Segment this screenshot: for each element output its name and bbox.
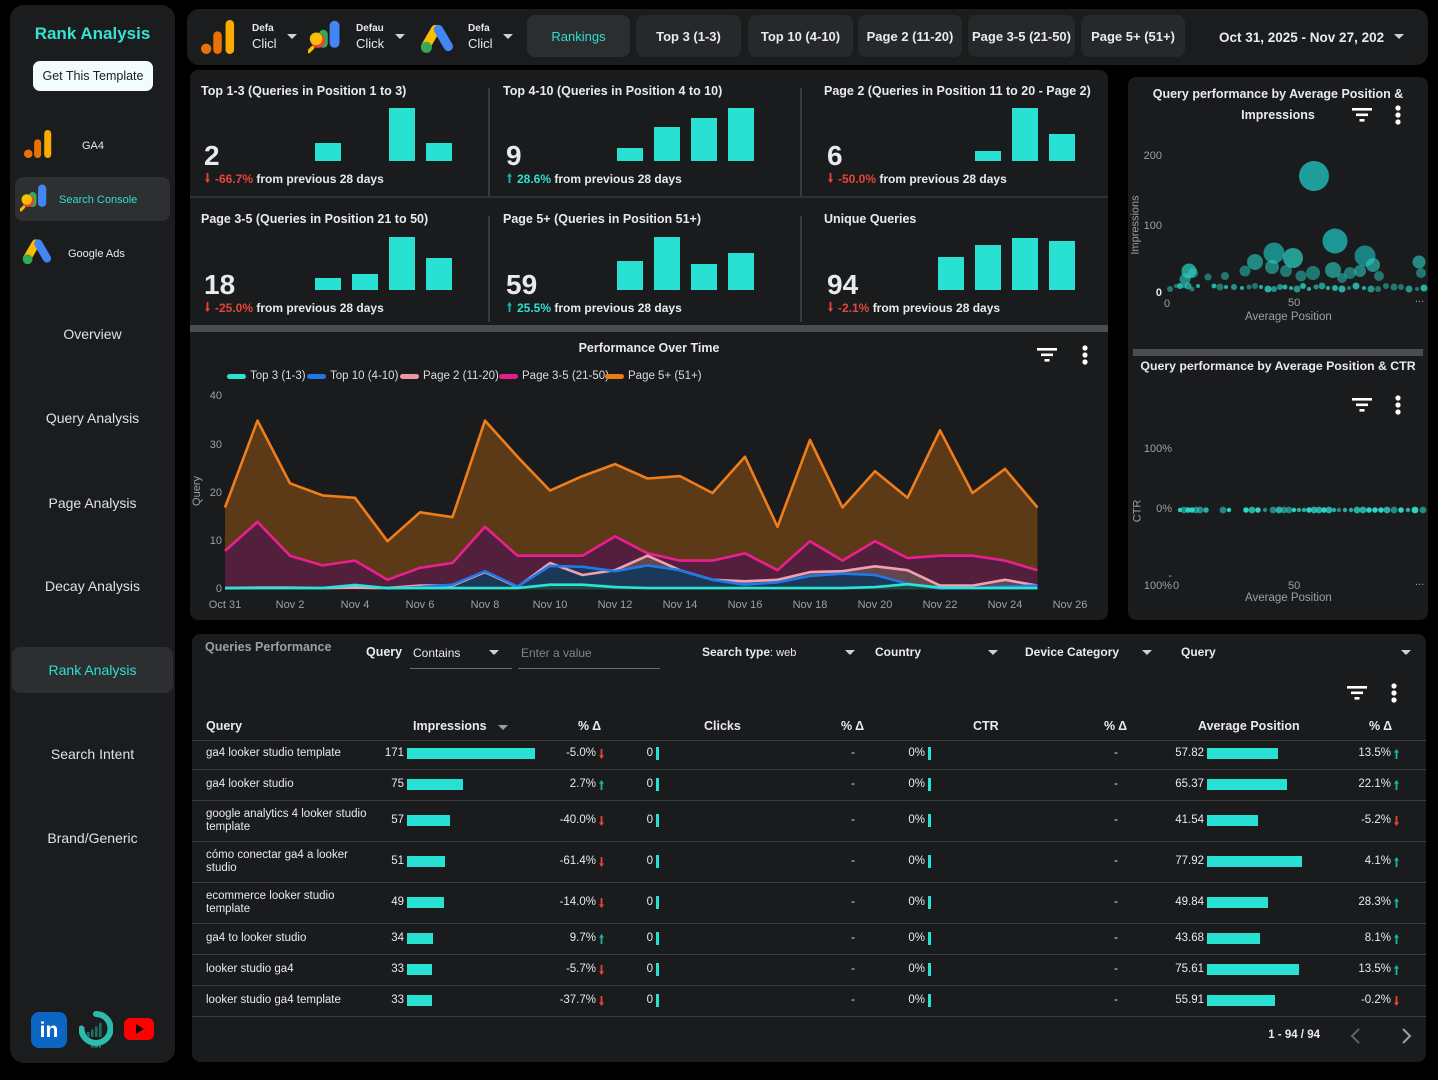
svg-text:clare: clare <box>91 1044 102 1049</box>
